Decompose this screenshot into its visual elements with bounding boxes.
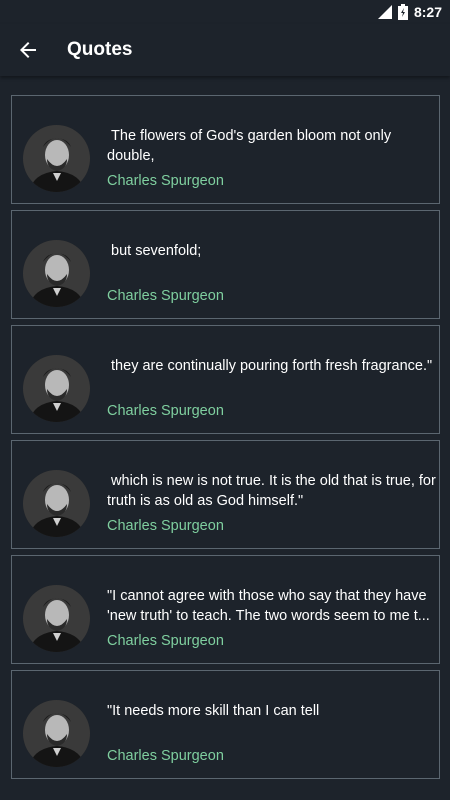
quote-text: "I cannot agree with those who say that … xyxy=(107,588,431,624)
author-avatar xyxy=(23,585,90,652)
back-button[interactable] xyxy=(0,24,56,76)
quote-text: The flowers of God's garden bloom not on… xyxy=(107,128,396,164)
quote-text: they are continually pouring forth fresh… xyxy=(107,358,433,374)
quote-author: Charles Spurgeon xyxy=(107,518,224,534)
quote-text: but sevenfold; xyxy=(107,243,202,259)
quote-card[interactable]: which is new is not true. It is the old … xyxy=(11,440,440,549)
status-bar: 8:27 xyxy=(0,0,450,24)
quote-author: Charles Spurgeon xyxy=(107,748,224,764)
quote-text: which is new is not true. It is the old … xyxy=(107,473,436,509)
portrait-image xyxy=(23,355,90,422)
author-avatar xyxy=(23,700,90,767)
status-time: 8:27 xyxy=(413,4,442,20)
app-bar: Quotes xyxy=(0,24,450,76)
quote-text: "It needs more skill than I can tell xyxy=(107,703,320,719)
author-avatar xyxy=(23,125,90,192)
signal-icon xyxy=(377,5,392,19)
quote-author: Charles Spurgeon xyxy=(107,173,224,189)
portrait-image xyxy=(23,470,90,537)
portrait-image xyxy=(23,125,90,192)
quote-author: Charles Spurgeon xyxy=(107,403,224,419)
quote-card[interactable]: they are continually pouring forth fresh… xyxy=(11,325,440,434)
author-avatar xyxy=(23,240,90,307)
quote-card[interactable]: "I cannot agree with those who say that … xyxy=(11,555,440,664)
portrait-image xyxy=(23,585,90,652)
portrait-image xyxy=(23,700,90,767)
quote-card[interactable]: "It needs more skill than I can tell Cha… xyxy=(11,670,440,779)
page-title: Quotes xyxy=(67,39,133,60)
arrow-back-icon xyxy=(20,42,36,58)
battery-icon xyxy=(397,4,408,20)
quote-author: Charles Spurgeon xyxy=(107,288,224,304)
portrait-image xyxy=(23,240,90,307)
quote-author: Charles Spurgeon xyxy=(107,633,224,649)
quote-card[interactable]: but sevenfold; Charles Spurgeon xyxy=(11,210,440,319)
author-avatar xyxy=(23,355,90,422)
author-avatar xyxy=(23,470,90,537)
quote-card[interactable]: The flowers of God's garden bloom not on… xyxy=(11,95,440,204)
